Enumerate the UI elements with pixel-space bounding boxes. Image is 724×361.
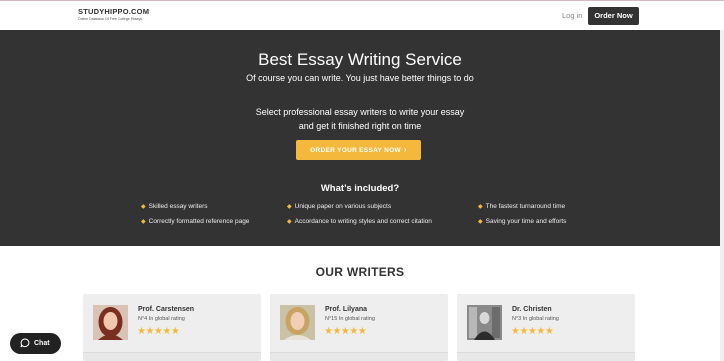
logo-title: STUDYHIPPO.COM	[78, 7, 150, 16]
hero-pitch: Select professional essay writers to wri…	[0, 105, 720, 133]
writer-name: Prof. Carstensen	[138, 306, 195, 313]
site-logo[interactable]: STUDYHIPPO.COM Online Database Of Free C…	[78, 7, 149, 21]
hero-subtitle: Of course you can write. You just have b…	[246, 73, 474, 83]
star-rating-icon: ★★★★★	[511, 326, 554, 337]
feature-label: The fastest turnaround time	[485, 203, 566, 210]
hero-title: Best Essay Writing Service	[258, 50, 462, 69]
top-navigation: STUDYHIPPO.COM Online Database Of Free C…	[0, 0, 724, 30]
feature-label: Accordance to writing styles and correct…	[294, 218, 432, 225]
feature-item: ◆ The fastest turnaround time	[478, 203, 565, 210]
feature-item: ◆ Skilled essay writers	[141, 203, 208, 210]
hero-pitch-line: Select professional essay writers to wri…	[255, 107, 465, 117]
chat-label: Chat	[34, 340, 50, 347]
writer-card[interactable]: Prof. Lilyana N°15 In global rating ★★★★…	[270, 294, 448, 361]
writer-name: Prof. Lilyana	[325, 306, 368, 313]
writer-avatar	[93, 305, 128, 340]
diamond-bullet-icon: ◆	[287, 204, 292, 210]
diamond-bullet-icon: ◆	[478, 219, 483, 225]
feature-label: Unique paper on various subjects	[294, 203, 392, 210]
chat-button[interactable]: Chat	[10, 333, 61, 354]
feature-item: ◆ Accordance to writing styles and correc…	[287, 218, 432, 225]
feature-item: ◆ Unique paper on various subjects	[287, 203, 391, 210]
writers-section-title: OUR WRITERS	[315, 265, 405, 279]
writer-card-footer	[83, 352, 261, 361]
diamond-bullet-icon: ◆	[287, 219, 292, 225]
feature-label: Skilled essay writers	[148, 203, 208, 210]
feature-label: Correctly formatted reference page	[148, 218, 250, 225]
diamond-bullet-icon: ◆	[141, 204, 146, 210]
diamond-bullet-icon: ◆	[478, 204, 483, 210]
writer-avatar	[280, 305, 315, 340]
writer-rank: N°3 In global rating	[512, 316, 559, 322]
order-essay-button[interactable]: ORDER YOUR ESSAY NOW ›	[296, 140, 421, 160]
included-title: What’s included?	[320, 183, 400, 194]
hero-section: Best Essay Writing Service Of course you…	[0, 30, 720, 246]
writer-name: Dr. Christen	[512, 306, 552, 313]
writer-avatar	[467, 305, 502, 340]
star-rating-icon: ★★★★★	[137, 326, 180, 337]
writer-rank: N°4 In global rating	[138, 316, 185, 322]
feature-item: ◆ Correctly formatted reference page	[141, 218, 249, 225]
scrollbar[interactable]	[720, 30, 724, 361]
diamond-bullet-icon: ◆	[141, 219, 146, 225]
login-link[interactable]: Log in	[562, 11, 582, 20]
feature-label: Saving your time and efforts	[485, 218, 567, 225]
hero-pitch-line: and get it finished right on time	[298, 121, 422, 131]
chat-bubble-icon	[20, 338, 30, 348]
chevron-right-icon: ›	[403, 145, 407, 154]
feature-item: ◆ Saving your time and efforts	[478, 218, 566, 225]
order-now-button[interactable]: Order Now	[588, 7, 639, 25]
writer-card-footer	[270, 352, 448, 361]
star-rating-icon: ★★★★★	[324, 326, 367, 337]
writer-card[interactable]: Prof. Carstensen N°4 In global rating ★★…	[83, 294, 261, 361]
writer-rank: N°15 In global rating	[325, 316, 375, 322]
writer-card-footer	[457, 352, 635, 361]
writer-card[interactable]: Dr. Christen N°3 In global rating ★★★★★	[457, 294, 635, 361]
order-essay-label: ORDER YOUR ESSAY NOW	[310, 147, 401, 154]
logo-subtitle: Online Database Of Free College Essays	[78, 17, 143, 21]
